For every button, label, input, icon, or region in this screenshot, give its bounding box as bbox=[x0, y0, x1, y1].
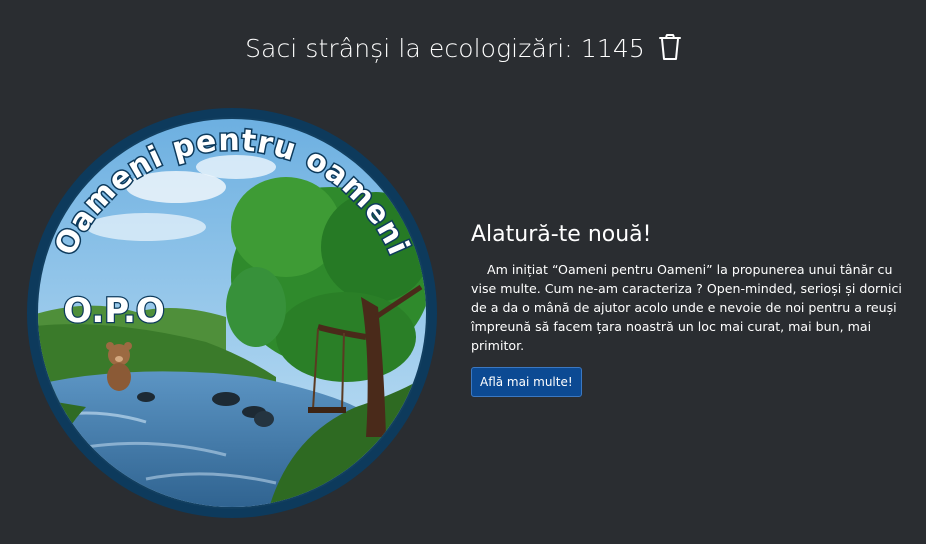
logo-short-text: O.P.O bbox=[63, 291, 165, 331]
bags-counter: Saci strânși la ecologizări: 1145 bbox=[0, 34, 926, 67]
page: Saci strânși la ecologizări: 1145 O.P.O … bbox=[0, 0, 926, 544]
join-heading: Alatură-te nouă! bbox=[471, 222, 652, 247]
opo-logo: O.P.O Oameni pentru oameni bbox=[26, 107, 438, 519]
learn-more-button[interactable]: Află mai multe! bbox=[471, 367, 582, 397]
trash-icon bbox=[658, 34, 681, 67]
join-section: Alatură-te nouă! Am inițiat “Oameni pent… bbox=[471, 222, 911, 397]
join-description: Am inițiat “Oameni pentru Oameni” la pro… bbox=[471, 262, 902, 353]
bags-counter-label: Saci strânși la ecologizări: 1145 bbox=[245, 34, 645, 63]
